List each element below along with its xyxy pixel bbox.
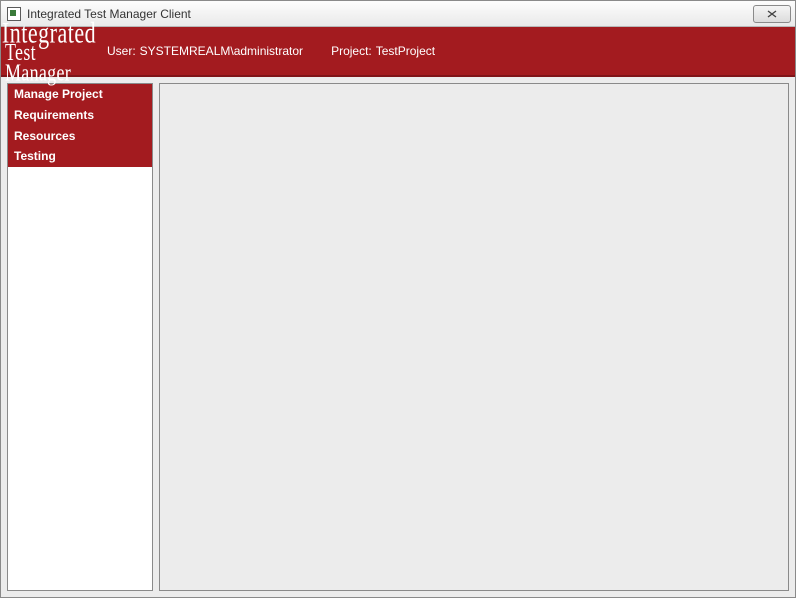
close-icon (767, 10, 777, 18)
sidebar: Manage Project Requirements Resources Te… (7, 83, 153, 591)
user-status: User: SYSTEMREALM\administrator (107, 44, 303, 58)
user-value: SYSTEMREALM\administrator (140, 44, 303, 58)
app-window: Integrated Test Manager Client Integrate… (0, 0, 796, 598)
sidebar-item-testing[interactable]: Testing (8, 146, 152, 167)
nav-block: Manage Project Requirements Resources Te… (8, 84, 152, 167)
sidebar-item-resources[interactable]: Resources (8, 126, 152, 147)
app-logo: Integrated Test Manager (1, 26, 93, 76)
window-title: Integrated Test Manager Client (27, 7, 753, 21)
project-status: Project: TestProject (331, 44, 435, 58)
header-status: User: SYSTEMREALM\administrator Project:… (107, 44, 435, 58)
project-label: Project: (331, 44, 372, 58)
body-area: Manage Project Requirements Resources Te… (1, 77, 795, 597)
header-band: Integrated Test Manager User: SYSTEMREAL… (1, 27, 795, 77)
project-value: TestProject (376, 44, 435, 58)
content-pane (159, 83, 789, 591)
close-button[interactable] (753, 5, 791, 23)
titlebar: Integrated Test Manager Client (1, 1, 795, 27)
user-label: User: (107, 44, 136, 58)
sidebar-item-manage-project[interactable]: Manage Project (8, 84, 152, 105)
logo-line-2: Test Manager (5, 42, 93, 83)
sidebar-item-requirements[interactable]: Requirements (8, 105, 152, 126)
